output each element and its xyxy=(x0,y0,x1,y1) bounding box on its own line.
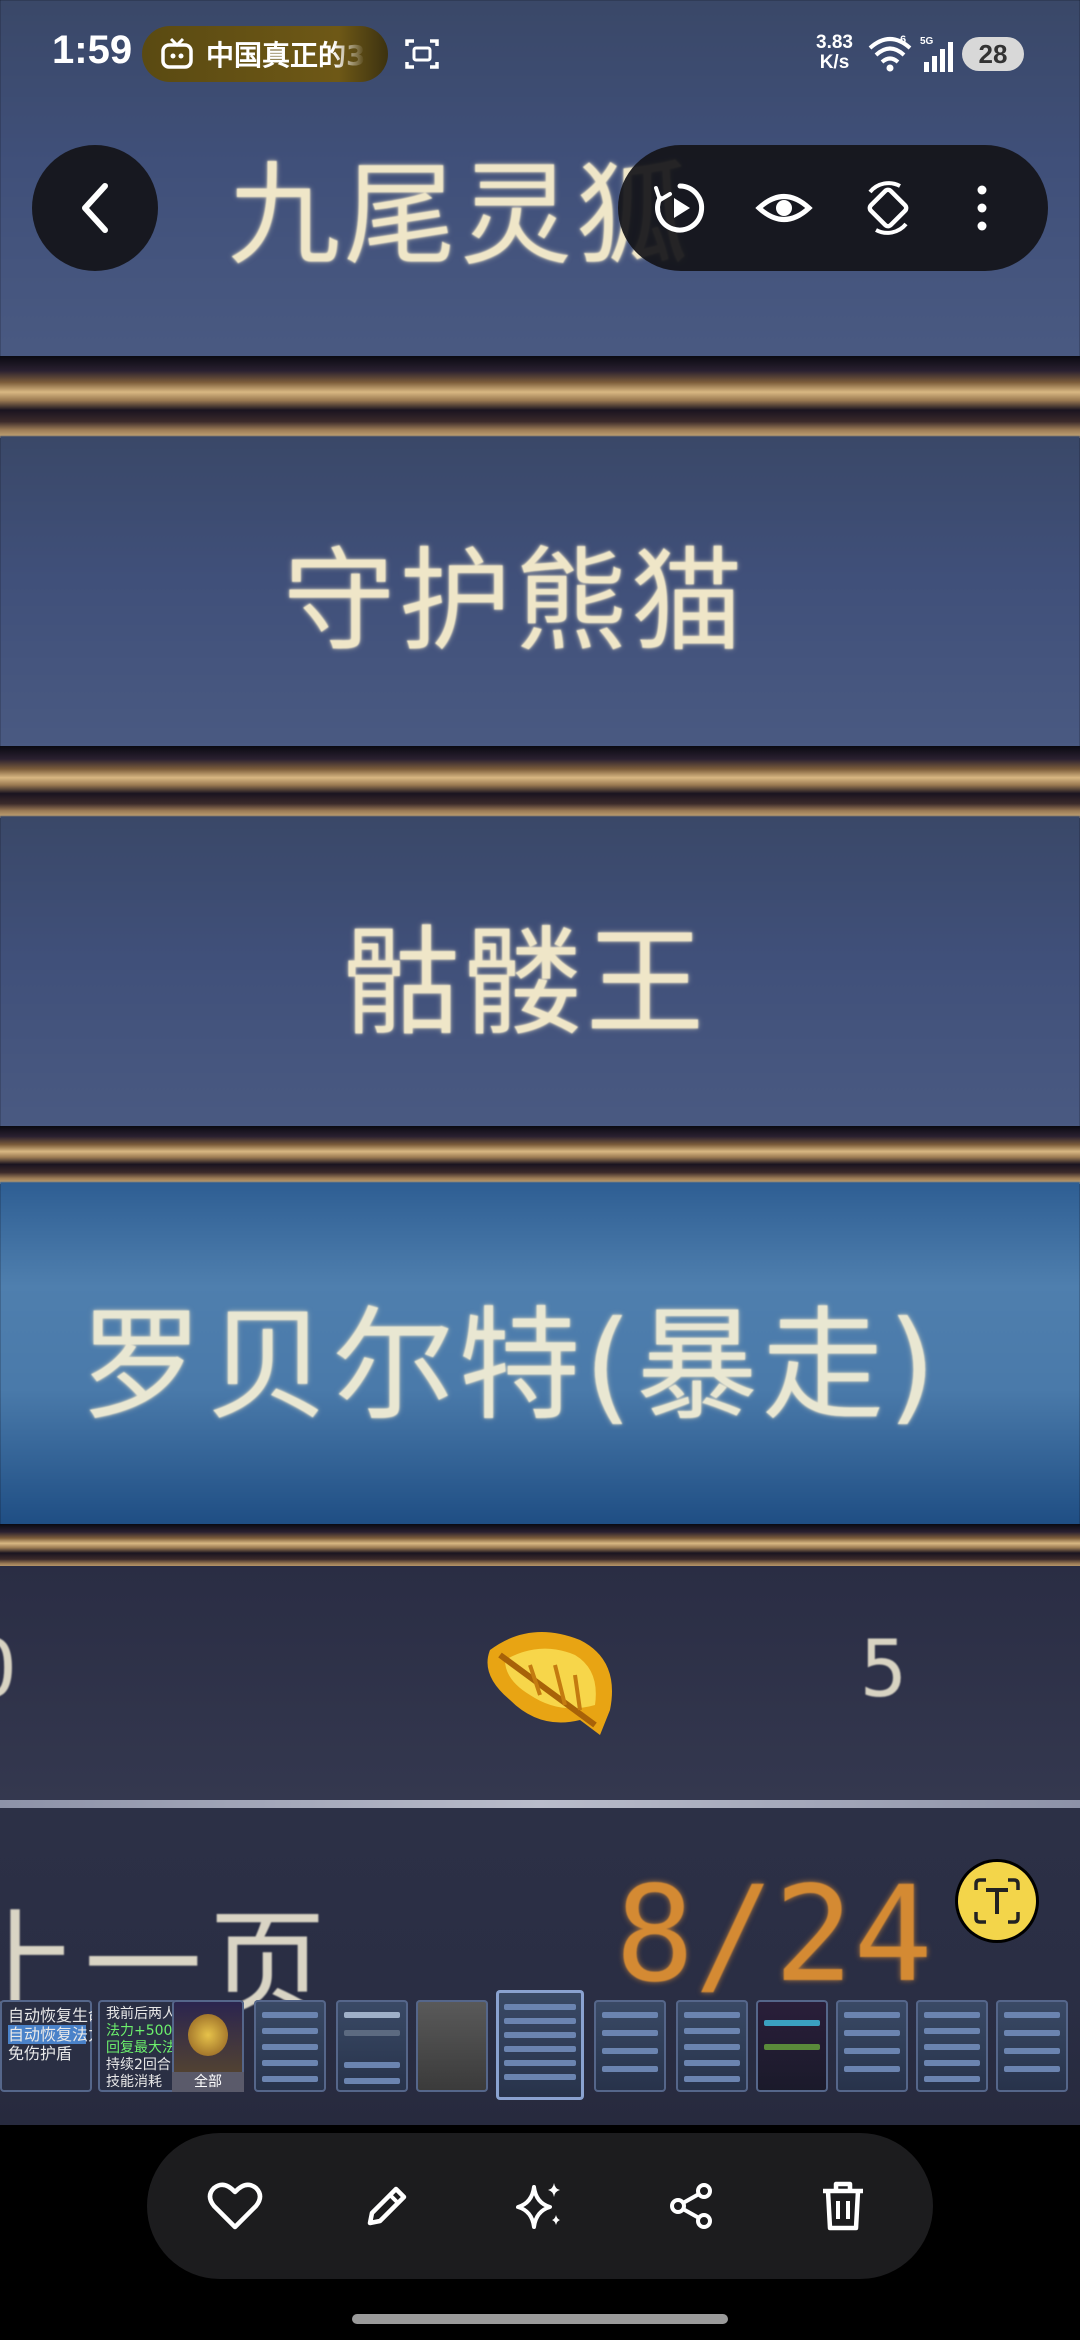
ai-sparkle-icon xyxy=(516,2183,560,2229)
svg-text:5G: 5G xyxy=(920,36,934,47)
list-item-2[interactable]: 守护熊猫 xyxy=(0,436,1080,748)
auto-rotate-icon xyxy=(867,181,909,235)
delete-button[interactable] xyxy=(813,2176,873,2236)
thumbnail[interactable] xyxy=(254,2000,326,2092)
text-recognition-button[interactable] xyxy=(958,1862,1036,1940)
cellular-signal-icon: 5G xyxy=(920,36,953,72)
text-recognition-icon xyxy=(974,1878,1020,1924)
photo-action-bar xyxy=(147,2133,933,2279)
motion-photo-play-icon xyxy=(654,183,705,233)
thumbnail[interactable] xyxy=(916,2000,988,2092)
motion-photo-play-button[interactable] xyxy=(650,178,710,238)
divider xyxy=(0,1800,1080,1808)
home-indicator[interactable] xyxy=(352,2314,728,2324)
view-button[interactable] xyxy=(754,178,814,238)
heart-icon xyxy=(207,2182,263,2230)
svg-text:6: 6 xyxy=(900,34,906,46)
thumbnail[interactable]: 自动恢复生命 自动恢复法力 免伤护盾 xyxy=(0,2000,92,2092)
thumbnail[interactable] xyxy=(836,2000,908,2092)
more-options-button[interactable] xyxy=(952,178,1012,238)
edit-pencil-icon xyxy=(367,2186,407,2226)
delete-trash-icon xyxy=(823,2181,863,2231)
thumbnail-strip: 自动恢复生命 自动恢复法力 免伤护盾 我前后两人 法力+500 回复最大法 持续… xyxy=(0,1990,1080,2100)
thumbnail[interactable]: 全部 xyxy=(172,2000,244,2092)
thumbnail[interactable] xyxy=(676,2000,748,2092)
list-item-label: 骷髅王 xyxy=(341,913,708,1052)
thumbnail[interactable] xyxy=(416,2000,488,2092)
back-button[interactable] xyxy=(32,145,158,271)
clock: 1:59 xyxy=(52,28,133,72)
edit-button[interactable] xyxy=(357,2176,417,2236)
share-button[interactable] xyxy=(661,2176,721,2236)
rotate-button[interactable] xyxy=(858,178,918,238)
page-indicator: 8/24 xyxy=(615,1858,933,2012)
media-notification-pill[interactable]: 中国真正的3 xyxy=(142,26,388,82)
resource-left-value: 0 xyxy=(0,1625,17,1715)
list-item-label: 罗贝尔特(暴走) xyxy=(80,1294,940,1437)
ai-edit-button[interactable] xyxy=(509,2176,569,2236)
screen-record-icon xyxy=(405,39,439,69)
resource-right-value: 5 xyxy=(860,1625,907,1715)
viewer-toolbar xyxy=(618,145,1048,271)
thumbnail[interactable] xyxy=(996,2000,1068,2092)
thumbnail[interactable] xyxy=(594,2000,666,2092)
game-screenshot: 九尾灵狐 守护熊猫 骷髅王 罗贝尔特(暴走) 0 5 上一页 8/24 xyxy=(0,0,1080,2125)
back-arrow-icon xyxy=(82,183,108,233)
more-vertical-icon xyxy=(977,185,987,231)
thumbnail[interactable] xyxy=(336,2000,408,2092)
list-item-4-selected[interactable]: 罗贝尔特(暴走) xyxy=(0,1182,1080,1528)
leaf-icon xyxy=(487,1632,612,1735)
battery-indicator: 28 xyxy=(962,37,1024,71)
tv-icon xyxy=(161,37,193,69)
thumbnail[interactable] xyxy=(756,2000,828,2092)
status-bar: 1:59 中国真正的3 3.83 K/s 6 5G 28 xyxy=(0,0,1080,110)
list-item-label: 守护熊猫 xyxy=(283,537,747,667)
eye-icon xyxy=(755,194,813,222)
list-item-3[interactable]: 骷髅王 xyxy=(0,816,1080,1128)
wifi-icon: 6 xyxy=(868,34,912,72)
network-speed: 3.83 K/s xyxy=(816,32,853,73)
favorite-button[interactable] xyxy=(205,2176,265,2236)
media-title: 中国真正的3 xyxy=(206,39,366,72)
thumbnail-current[interactable] xyxy=(496,1990,584,2100)
share-icon xyxy=(670,2183,712,2229)
